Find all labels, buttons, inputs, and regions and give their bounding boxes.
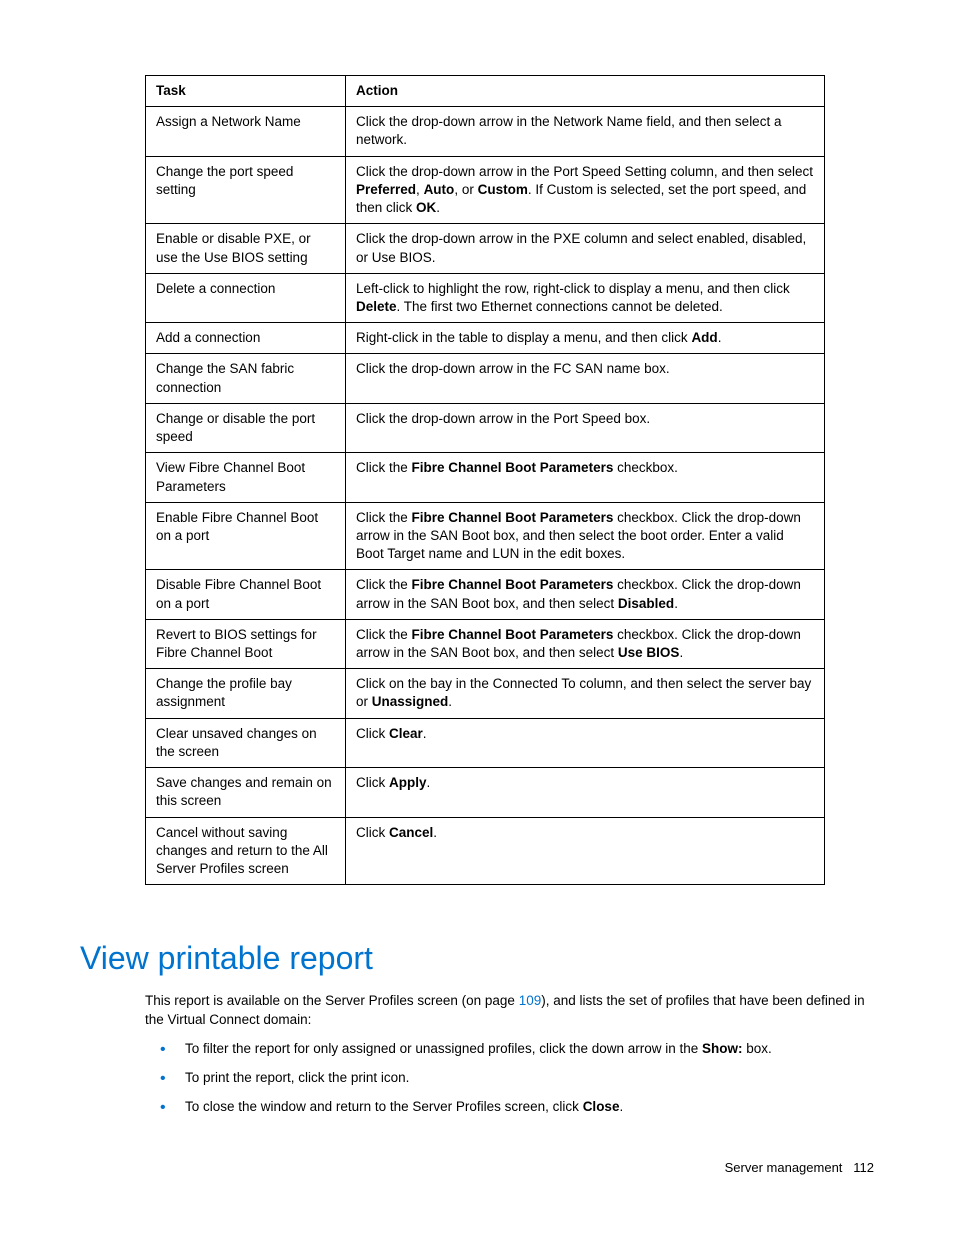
- action-cell: Click the Fibre Channel Boot Parameters …: [346, 502, 825, 570]
- table-row: Revert to BIOS settings for Fibre Channe…: [146, 619, 825, 668]
- task-cell: Cancel without saving changes and return…: [146, 817, 346, 885]
- action-cell: Right-click in the table to display a me…: [346, 323, 825, 354]
- task-cell: Clear unsaved changes on the screen: [146, 718, 346, 767]
- task-cell: Add a connection: [146, 323, 346, 354]
- table-row: Change the port speed settingClick the d…: [146, 156, 825, 224]
- task-cell: Change or disable the port speed: [146, 403, 346, 452]
- list-item: To close the window and return to the Se…: [145, 1098, 874, 1117]
- section-intro: This report is available on the Server P…: [145, 992, 874, 1030]
- footer-section: Server management: [725, 1160, 843, 1175]
- action-cell: Click Cancel.: [346, 817, 825, 885]
- task-cell: Delete a connection: [146, 273, 346, 322]
- action-cell: Click the drop-down arrow in the PXE col…: [346, 224, 825, 273]
- task-cell: Enable or disable PXE, or use the Use BI…: [146, 224, 346, 273]
- action-cell: Click Clear.: [346, 718, 825, 767]
- action-cell: Click on the bay in the Connected To col…: [346, 669, 825, 718]
- task-cell: Change the port speed setting: [146, 156, 346, 224]
- table-row: Delete a connectionLeft-click to highlig…: [146, 273, 825, 322]
- task-cell: Enable Fibre Channel Boot on a port: [146, 502, 346, 570]
- action-cell: Click the drop-down arrow in the Port Sp…: [346, 403, 825, 452]
- action-cell: Click the Fibre Channel Boot Parameters …: [346, 619, 825, 668]
- intro-pre: This report is available on the Server P…: [145, 993, 519, 1008]
- page-footer: Server management 112: [725, 1160, 874, 1175]
- action-cell: Click Apply.: [346, 768, 825, 817]
- footer-page: 112: [853, 1160, 874, 1175]
- page-link[interactable]: 109: [519, 993, 542, 1008]
- action-cell: Click the drop-down arrow in the Network…: [346, 107, 825, 156]
- table-row: Clear unsaved changes on the screenClick…: [146, 718, 825, 767]
- table-row: View Fibre Channel Boot ParametersClick …: [146, 453, 825, 502]
- task-cell: Change the profile bay assignment: [146, 669, 346, 718]
- section-heading: View printable report: [80, 940, 874, 977]
- list-item: To print the report, click the print ico…: [145, 1069, 874, 1088]
- task-cell: Change the SAN fabric connection: [146, 354, 346, 403]
- task-cell: Disable Fibre Channel Boot on a port: [146, 570, 346, 619]
- task-cell: Assign a Network Name: [146, 107, 346, 156]
- header-task: Task: [146, 76, 346, 107]
- bullet-list: To filter the report for only assigned o…: [145, 1040, 874, 1117]
- table-row: Disable Fibre Channel Boot on a portClic…: [146, 570, 825, 619]
- task-cell: View Fibre Channel Boot Parameters: [146, 453, 346, 502]
- table-row: Change or disable the port speedClick th…: [146, 403, 825, 452]
- table-row: Save changes and remain on this screenCl…: [146, 768, 825, 817]
- table-row: Enable or disable PXE, or use the Use BI…: [146, 224, 825, 273]
- table-row: Assign a Network NameClick the drop-down…: [146, 107, 825, 156]
- header-action: Action: [346, 76, 825, 107]
- table-row: Enable Fibre Channel Boot on a portClick…: [146, 502, 825, 570]
- table-row: Change the profile bay assignmentClick o…: [146, 669, 825, 718]
- task-action-table: Task Action Assign a Network NameClick t…: [145, 75, 825, 885]
- table-row: Change the SAN fabric connectionClick th…: [146, 354, 825, 403]
- list-item: To filter the report for only assigned o…: [145, 1040, 874, 1059]
- action-cell: Click the drop-down arrow in the FC SAN …: [346, 354, 825, 403]
- action-cell: Left-click to highlight the row, right-c…: [346, 273, 825, 322]
- table-row: Add a connectionRight-click in the table…: [146, 323, 825, 354]
- action-cell: Click the Fibre Channel Boot Parameters …: [346, 570, 825, 619]
- action-cell: Click the Fibre Channel Boot Parameters …: [346, 453, 825, 502]
- task-cell: Revert to BIOS settings for Fibre Channe…: [146, 619, 346, 668]
- table-row: Cancel without saving changes and return…: [146, 817, 825, 885]
- action-cell: Click the drop-down arrow in the Port Sp…: [346, 156, 825, 224]
- task-cell: Save changes and remain on this screen: [146, 768, 346, 817]
